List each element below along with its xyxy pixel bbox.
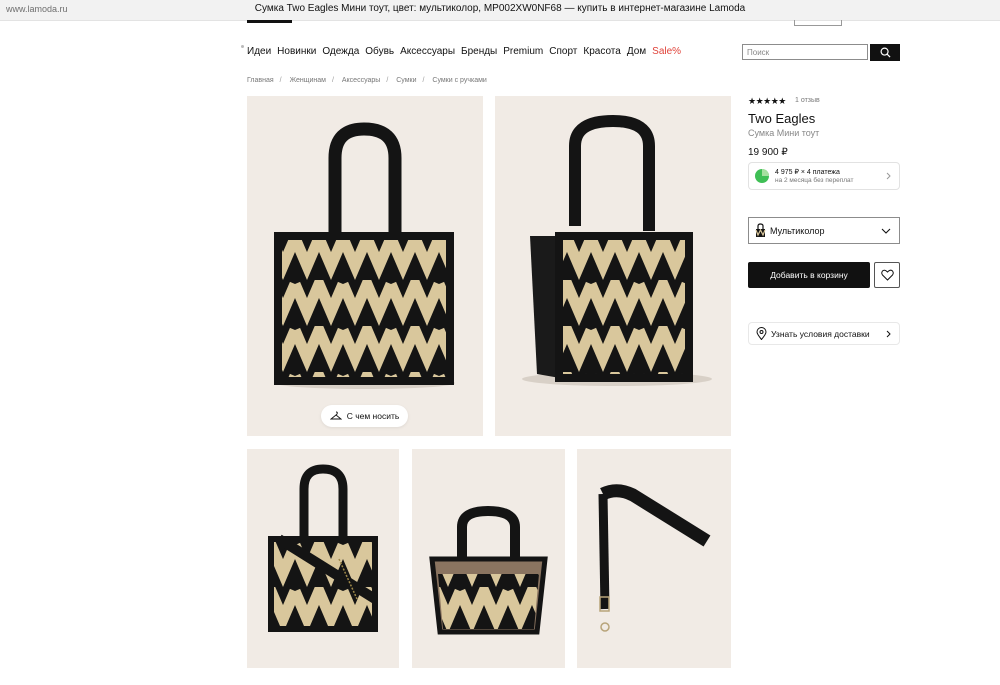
breadcrumb-accessories[interactable]: Аксессуары xyxy=(342,77,380,84)
breadcrumb-bags[interactable]: Сумки xyxy=(396,77,416,84)
breadcrumb-home[interactable]: Главная xyxy=(247,77,274,84)
product-brand[interactable]: Two Eagles xyxy=(748,111,815,126)
split-payment-widget[interactable]: 4 975 ₽ × 4 платежа на 2 месяца без пере… xyxy=(748,162,900,190)
split-payment-amount: 4 975 ₽ × 4 платежа xyxy=(775,169,840,176)
logo-underline xyxy=(247,20,292,23)
delivery-terms-button[interactable]: Узнать условия доставки xyxy=(748,322,900,345)
bag-side-image xyxy=(522,114,712,386)
bag-strap-image xyxy=(268,464,378,632)
nav-item-ideas[interactable]: Идеи xyxy=(247,46,271,57)
heart-icon xyxy=(880,269,894,281)
search-icon xyxy=(880,47,891,58)
nav-item-brands[interactable]: Бренды xyxy=(461,46,497,57)
breadcrumb-handbags[interactable]: Сумки с ручками xyxy=(432,77,486,84)
nav-item-shoes[interactable]: Обувь xyxy=(365,46,394,57)
nav-item-premium[interactable]: Premium xyxy=(503,46,543,57)
what-to-wear-label: С чем носить xyxy=(346,411,400,421)
header-button-edge[interactable] xyxy=(794,20,842,26)
selected-color: Мультиколор xyxy=(770,225,825,236)
location-pin-icon xyxy=(756,327,767,340)
favorite-button[interactable] xyxy=(874,262,900,288)
browser-tab-title: Сумка Two Eagles Мини тоут, цвет: мульти… xyxy=(254,3,746,14)
chevron-right-icon xyxy=(886,330,891,337)
nav-item-new[interactable]: Новинки xyxy=(277,46,316,57)
color-swatch-icon xyxy=(755,223,766,237)
chevron-right-icon xyxy=(886,172,891,180)
nav-item-clothes[interactable]: Одежда xyxy=(322,46,359,57)
rating-stars: ★★★★★ xyxy=(748,96,786,106)
split-payment-terms: на 2 месяца без переплат xyxy=(775,177,854,184)
product-photo-top[interactable] xyxy=(412,449,565,668)
chevron-down-icon xyxy=(881,228,891,234)
hanger-icon xyxy=(329,411,342,420)
add-to-cart-button[interactable]: Добавить в корзину xyxy=(748,262,870,288)
color-select[interactable]: Мультиколор xyxy=(748,217,900,244)
strap-image xyxy=(598,484,711,632)
nav-item-accessories[interactable]: Аксессуары xyxy=(400,46,455,57)
breadcrumb: Главная / Женщинам / Аксессуары / Сумки / Су… xyxy=(247,77,487,84)
product-photo-front[interactable] xyxy=(247,96,483,436)
nav-dot xyxy=(241,45,244,48)
nav-item-sport[interactable]: Спорт xyxy=(549,46,577,57)
bag-top-image xyxy=(429,505,548,635)
breadcrumb-women[interactable]: Женщинам xyxy=(290,77,326,84)
main-nav: Идеи Новинки Одежда Обувь Аксессуары Бре… xyxy=(247,46,681,57)
product-photo-side[interactable] xyxy=(495,96,731,436)
nav-item-beauty[interactable]: Красота xyxy=(583,46,620,57)
product-photo-strap[interactable] xyxy=(247,449,399,668)
product-photo-strap-detached[interactable] xyxy=(577,449,731,668)
browser-title-bar: www.lamoda.ru Сумка Two Eagles Мини тоут… xyxy=(0,0,1000,21)
split-payment-icon xyxy=(755,169,769,183)
bag-front-image xyxy=(274,122,455,389)
what-to-wear-button[interactable]: С чем носить xyxy=(321,405,408,427)
nav-item-home[interactable]: Дом xyxy=(627,46,646,57)
product-price: 19 900 ₽ xyxy=(748,147,788,158)
search-input[interactable]: Поиск xyxy=(742,44,868,60)
delivery-terms-label: Узнать условия доставки xyxy=(771,328,870,339)
nav-item-sale[interactable]: Sale% xyxy=(652,46,681,57)
reviews-link[interactable]: 1 отзыв xyxy=(795,97,820,104)
search-button[interactable] xyxy=(870,44,900,61)
product-name: Сумка Мини тоут xyxy=(748,128,820,138)
